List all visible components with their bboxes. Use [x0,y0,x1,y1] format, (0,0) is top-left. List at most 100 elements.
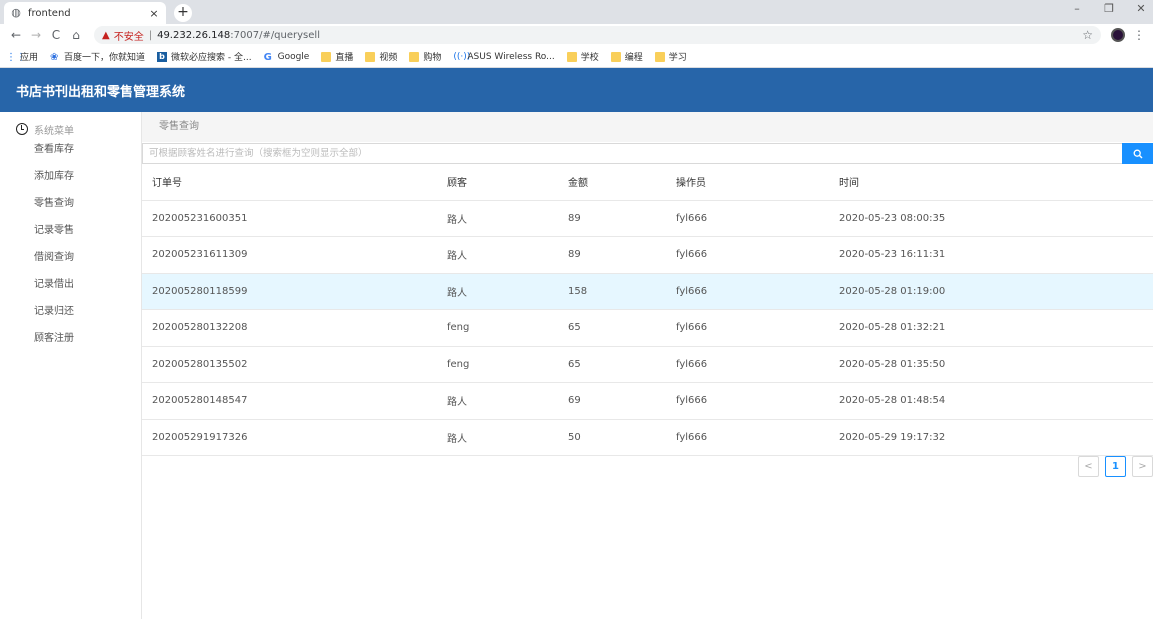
table-row[interactable]: 202005231611309 路人 89 fyl666 2020-05-23 … [142,236,1153,274]
browser-tabstrip: ◍ frontend × + – ❐ ✕ [0,0,1153,24]
sidebar-item-record-lend[interactable]: 记录借出 [0,271,141,298]
pagination-prev-button[interactable]: < [1078,456,1099,477]
url-path: :7007/#/querysell [230,29,320,41]
sidebar-item-add-stock[interactable]: 添加库存 [0,163,141,190]
bookmark-folder-programming[interactable]: 编程 [610,50,643,63]
cell-amount: 158 [558,273,666,310]
cell-time: 2020-05-28 01:48:54 [829,382,1153,420]
bing-icon: b [157,51,168,62]
cell-order-no: 202005280118599 [142,273,437,310]
baidu-paw-icon: ❀ [50,51,59,63]
column-header-operator: 操作员 [666,164,829,201]
sales-table: 订单号 顾客 金额 操作员 时间 202005231600351 路人 89 f… [142,164,1153,456]
sidebar-title: 系统菜单 [34,125,74,137]
bookmark-folder-live[interactable]: 直播 [321,50,353,63]
browser-menu-icon[interactable]: ⋮ [1131,28,1147,42]
column-header-order-no: 订单号 [142,164,437,201]
sidebar-item-sales-query[interactable]: 零售查询 [0,190,141,217]
folder-icon [365,51,376,62]
cell-order-no: 202005231611309 [142,236,437,274]
pagination: < 1 > [1078,456,1153,477]
bookmark-apps[interactable]: ⋮⋮ 应用 [6,50,38,64]
cell-operator: fyl666 [666,382,829,420]
bookmark-label: 视频 [379,53,398,63]
app-title: 书店书刊出租和零售管理系统 [16,84,186,100]
restore-button[interactable]: ❐ [1103,2,1115,15]
tab-title: frontend [28,7,71,19]
bookmark-label: 购物 [423,53,442,63]
minimize-button[interactable]: – [1071,2,1083,15]
folder-icon [654,51,665,62]
cell-operator: fyl666 [666,346,829,383]
bookmark-label: 微软必应搜索 - 全... [171,53,252,63]
cell-amount: 65 [558,309,666,347]
sidebar: 系统菜单 查看库存 添加库存 零售查询 记录零售 借阅查询 记录借出 记录归还 … [0,112,142,619]
cell-time: 2020-05-29 19:17:32 [829,419,1153,456]
cell-amount: 89 [558,200,666,237]
google-icon: G [263,51,272,63]
bookmark-google[interactable]: G Google [263,51,310,63]
search-row [142,143,1153,164]
bookmark-label: 编程 [624,53,643,63]
home-button[interactable]: ⌂ [66,28,86,42]
folder-icon [409,51,420,62]
cell-customer: 路人 [437,382,558,420]
cell-operator: fyl666 [666,273,829,310]
cell-operator: fyl666 [666,236,829,274]
sidebar-item-record-return[interactable]: 记录归还 [0,298,141,325]
reload-button[interactable]: C [46,28,66,42]
pagination-next-button[interactable]: > [1132,456,1153,477]
table-row[interactable]: 202005280148547 路人 69 fyl666 2020-05-28 … [142,382,1153,420]
table-row[interactable]: 202005291917326 路人 50 fyl666 2020-05-29 … [142,419,1153,456]
window-close-button[interactable]: ✕ [1135,2,1147,15]
cell-order-no: 202005231600351 [142,200,437,237]
table-row-hovered[interactable]: 202005280118599 路人 158 fyl666 2020-05-28… [142,273,1153,310]
profile-avatar[interactable] [1111,28,1125,42]
clock-icon [16,123,28,135]
tab-close-button[interactable]: × [148,7,160,20]
apps-grid-icon: ⋮⋮ [6,51,26,63]
window-controls: – ❐ ✕ [1071,2,1147,15]
table-row[interactable]: 202005280132208 feng 65 fyl666 2020-05-2… [142,309,1153,347]
cell-order-no: 202005280132208 [142,309,437,347]
search-icon [1133,149,1142,158]
new-tab-button[interactable]: + [174,4,192,22]
cell-time: 2020-05-23 16:11:31 [829,236,1153,274]
sidebar-item-view-stock[interactable]: 查看库存 [0,136,141,163]
cell-time: 2020-05-28 01:32:21 [829,309,1153,347]
sidebar-item-borrow-query[interactable]: 借阅查询 [0,244,141,271]
breadcrumb: 零售查询 [142,112,1153,142]
back-button[interactable]: ← [6,28,26,42]
bookmark-bing[interactable]: b 微软必应搜索 - 全... [157,50,252,63]
pagination-page-current[interactable]: 1 [1105,456,1126,477]
bookmark-folder-shopping[interactable]: 购物 [409,50,441,63]
bookmark-star-icon[interactable]: ☆ [1082,28,1093,42]
sidebar-menu-header[interactable]: 系统菜单 [0,122,141,137]
cell-customer: 路人 [437,419,558,456]
bookmark-label: 直播 [335,53,354,63]
table-row[interactable]: 202005231600351 路人 89 fyl666 2020-05-23 … [142,200,1153,237]
bookmark-folder-video[interactable]: 视频 [365,50,397,63]
sidebar-item-record-sale[interactable]: 记录零售 [0,217,141,244]
browser-toolbar: ← → C ⌂ ▲ 不安全 | 49.232.26.148 :7007/#/qu… [0,24,1153,46]
forward-button[interactable]: → [26,28,46,42]
folder-icon [610,51,621,62]
search-input[interactable] [142,143,1122,164]
bookmark-asus[interactable]: ((·)) ASUS Wireless Ro... [453,52,554,62]
bookmark-label: 学校 [580,53,599,63]
table-row[interactable]: 202005280135502 feng 65 fyl666 2020-05-2… [142,346,1153,383]
bookmark-baidu[interactable]: ❀ 百度一下，你就知道 [50,50,145,64]
table-header-row: 订单号 顾客 金额 操作员 时间 [142,164,1153,201]
address-bar[interactable]: ▲ 不安全 | 49.232.26.148 :7007/#/querysell … [94,26,1101,44]
url-separator: | [148,29,153,41]
folder-icon [566,51,577,62]
search-button[interactable] [1122,143,1153,164]
bookmark-folder-school[interactable]: 学校 [566,50,599,63]
browser-tab[interactable]: ◍ frontend × [4,2,166,24]
sidebar-item-customer-register[interactable]: 顾客注册 [0,325,141,352]
bookmark-label: ASUS Wireless Ro... [467,51,555,62]
cell-order-no: 202005291917326 [142,419,437,456]
bookmark-folder-study[interactable]: 学习 [654,50,687,63]
bookmarks-bar: ⋮⋮ 应用 ❀ 百度一下，你就知道 b 微软必应搜索 - 全... G Goog… [0,46,1153,68]
cell-customer: 路人 [437,200,558,237]
